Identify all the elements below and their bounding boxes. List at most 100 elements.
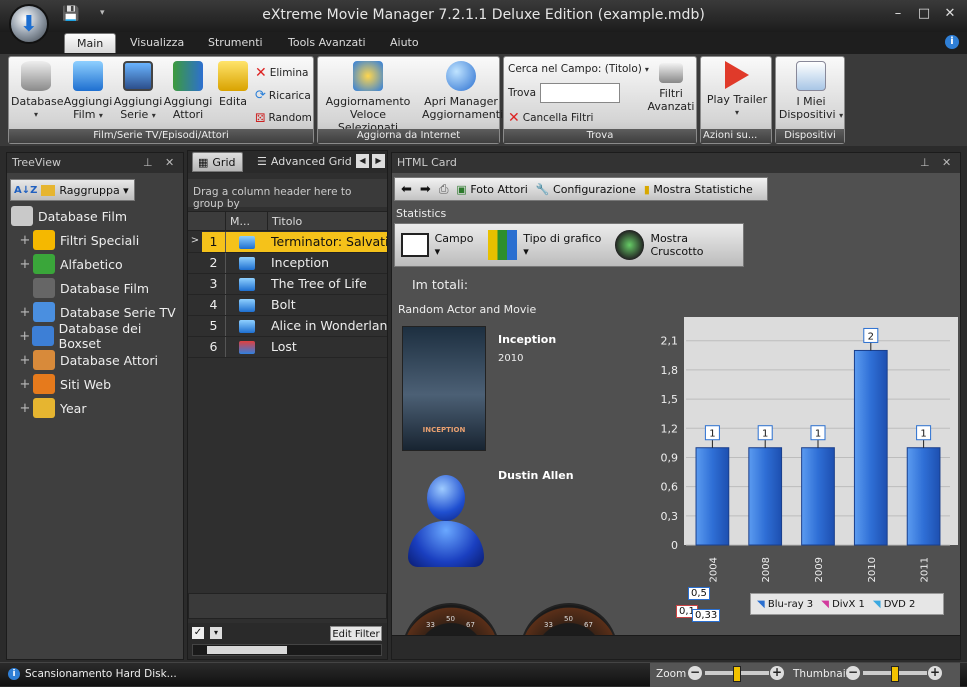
row-selector[interactable] bbox=[188, 253, 202, 273]
row-selector[interactable] bbox=[188, 295, 202, 315]
tab-scroll-left-icon[interactable]: ◀ bbox=[356, 154, 369, 168]
back-arrow-icon[interactable]: ⬅ bbox=[401, 182, 412, 197]
filter-checkbox[interactable]: ✓ bbox=[192, 627, 204, 639]
print-icon[interactable]: ⎙ bbox=[439, 182, 449, 197]
tree-node[interactable]: + Database dei Boxset bbox=[17, 321, 183, 351]
edita-button[interactable]: Edita bbox=[213, 61, 253, 108]
tab-advanced-grid[interactable]: ☰ Advanced Grid bbox=[252, 152, 358, 172]
chart-bar[interactable] bbox=[801, 447, 835, 546]
scrollbar-thumb[interactable] bbox=[207, 646, 287, 654]
tab-aiuto[interactable]: Aiuto bbox=[378, 33, 431, 53]
card-pin-icon[interactable]: ⊥ bbox=[920, 156, 930, 169]
thumbnail-slider-thumb[interactable] bbox=[891, 666, 899, 682]
tree-expander-icon[interactable]: + bbox=[17, 353, 33, 368]
configurazione-button[interactable]: 🔧 Configurazione bbox=[536, 183, 636, 196]
zoom-slider-thumb[interactable] bbox=[733, 666, 741, 682]
refresh-icon: ⟳ bbox=[255, 88, 266, 103]
tree-expander-icon[interactable]: + bbox=[17, 305, 33, 320]
table-row[interactable]: 6 Lost bbox=[188, 337, 387, 358]
pin-icon[interactable]: ⊥ bbox=[143, 156, 153, 169]
forward-arrow-icon[interactable]: ➡ bbox=[420, 182, 431, 197]
random-button[interactable]: ⚄ Random bbox=[255, 111, 312, 125]
chart-bar[interactable] bbox=[906, 447, 941, 546]
table-row[interactable]: 2 Inception bbox=[188, 253, 387, 274]
zoom-out-button[interactable]: − bbox=[688, 666, 702, 680]
tree-expander-icon[interactable]: + bbox=[17, 257, 33, 272]
horizontal-scrollbar[interactable] bbox=[192, 644, 382, 656]
chart-bar[interactable] bbox=[748, 447, 783, 546]
film-clapper-icon bbox=[73, 61, 103, 91]
tree-node[interactable]: + Year bbox=[17, 397, 86, 419]
foto-attori-button[interactable]: ▣ Foto Attori bbox=[456, 183, 527, 196]
tree-node[interactable]: Database Film bbox=[11, 205, 127, 227]
minimize-button[interactable]: – bbox=[888, 6, 908, 21]
cancella-filtri-button[interactable]: ✕ Cancella Filtri bbox=[508, 110, 593, 126]
filter-dropdown-icon[interactable]: ▾ bbox=[210, 627, 222, 639]
aggiungi-film-button[interactable]: Aggiungi Film ▾ bbox=[63, 61, 113, 122]
tipo-grafico-dropdown[interactable]: Tipo di grafico ▾ bbox=[523, 232, 609, 258]
tab-scroll-right-icon[interactable]: ▶ bbox=[372, 154, 385, 168]
tab-tools-avanzati[interactable]: Tools Avanzati bbox=[276, 33, 378, 53]
maximize-button[interactable]: □ bbox=[914, 6, 934, 21]
trova-input[interactable] bbox=[540, 83, 620, 103]
i-miei-dispositivi-button[interactable]: I Miei Dispositivi ▾ bbox=[778, 61, 844, 122]
close-button[interactable]: ✕ bbox=[940, 6, 960, 21]
table-row[interactable]: 4 Bolt bbox=[188, 295, 387, 316]
sort-az-icon[interactable]: A↓Z bbox=[14, 185, 37, 196]
row-selector[interactable] bbox=[188, 316, 202, 336]
globe-icon bbox=[446, 61, 476, 91]
row-selector[interactable]: > bbox=[188, 232, 202, 252]
aggiungi-attori-button[interactable]: Aggiungi Attori bbox=[163, 61, 213, 121]
raggruppa-button[interactable]: Raggruppa ▾ bbox=[59, 184, 128, 197]
apri-manager-button[interactable]: Apri Manager Aggiornamenti bbox=[422, 61, 503, 121]
row-selector[interactable] bbox=[188, 274, 202, 294]
random-label: Random bbox=[268, 112, 312, 124]
panel-close-icon[interactable]: ✕ bbox=[165, 156, 174, 169]
table-row[interactable]: >1 Terminator: Salvation bbox=[188, 232, 387, 253]
movie-poster[interactable]: INCEPTION bbox=[402, 326, 486, 451]
chart-bar[interactable] bbox=[853, 349, 888, 546]
tree-node[interactable]: + Siti Web bbox=[17, 373, 111, 395]
chart-bar[interactable] bbox=[695, 447, 730, 546]
card-close-icon[interactable]: ✕ bbox=[942, 156, 951, 169]
tree-node[interactable]: + Filtri Speciali bbox=[17, 229, 139, 251]
tree-node[interactable]: Database Film bbox=[17, 277, 149, 299]
tree-expander-icon[interactable]: + bbox=[17, 377, 33, 392]
tree-node-icon bbox=[32, 326, 54, 346]
table-row[interactable]: 5 Alice in Wonderland bbox=[188, 316, 387, 337]
movie-year: 2010 bbox=[498, 353, 524, 364]
thumbnail-larger-button[interactable]: + bbox=[928, 666, 942, 680]
table-row[interactable]: 3 The Tree of Life bbox=[188, 274, 387, 295]
tree-node[interactable]: + Database Attori bbox=[17, 349, 158, 371]
tab-main[interactable]: Main bbox=[64, 33, 117, 53]
help-icon[interactable]: i bbox=[945, 35, 959, 49]
mostra-statistiche-button[interactable]: ▮ Mostra Statistiche bbox=[644, 183, 753, 196]
column-header-titolo[interactable]: Titolo bbox=[268, 212, 306, 230]
play-trailer-button[interactable]: Play Trailer ▾ bbox=[703, 61, 771, 119]
tab-visualizza[interactable]: Visualizza bbox=[118, 33, 196, 53]
thumbnail-smaller-button[interactable]: − bbox=[846, 666, 860, 680]
tree-expander-icon[interactable]: + bbox=[17, 329, 32, 344]
mostra-cruscotto-button[interactable]: Mostra Cruscotto bbox=[650, 232, 743, 258]
tree-node[interactable]: + Alfabetico bbox=[17, 253, 123, 275]
edit-filter-button[interactable]: Edit Filter bbox=[330, 626, 382, 641]
aggiornamento-veloce-button[interactable]: Aggiornamento Veloce Selezionati bbox=[320, 61, 416, 134]
tree-node[interactable]: + Database Serie TV bbox=[17, 301, 176, 323]
elimina-button[interactable]: ✕ Elimina bbox=[255, 65, 308, 81]
zoom-in-button[interactable]: + bbox=[770, 666, 784, 680]
data-label: 1 bbox=[709, 429, 715, 440]
grid-tab-icon: ▦ bbox=[198, 156, 209, 169]
aggiungi-serie-button[interactable]: Aggiungi Serie ▾ bbox=[113, 61, 163, 122]
tab-grid[interactable]: ▦ Grid bbox=[192, 152, 243, 172]
database-button[interactable]: Database ▾ bbox=[11, 61, 64, 121]
tree-expander-icon[interactable]: + bbox=[17, 401, 33, 416]
cerca-campo-dropdown[interactable]: Cerca nel Campo: (Titolo) ▾ bbox=[508, 63, 649, 75]
filtri-avanzati-button[interactable]: Filtri Avanzati bbox=[646, 63, 696, 113]
column-header-media[interactable]: M... bbox=[226, 212, 268, 230]
tree-expander-icon[interactable]: + bbox=[17, 233, 33, 248]
campo-dropdown[interactable]: Campo ▾ bbox=[435, 232, 482, 258]
ricarica-button[interactable]: ⟳ Ricarica bbox=[255, 88, 311, 103]
app-menu-orb[interactable]: ⬇ bbox=[9, 4, 49, 44]
tab-strumenti[interactable]: Strumenti bbox=[196, 33, 275, 53]
row-selector[interactable] bbox=[188, 337, 202, 357]
